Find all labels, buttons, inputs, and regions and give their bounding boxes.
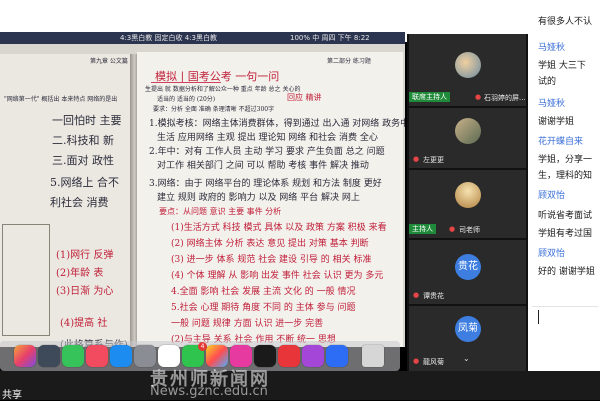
chat-message: 学姐 大三下 bbox=[538, 61, 586, 71]
mic-muted-icon: ● bbox=[475, 93, 482, 101]
printed-line: 适当的 适当的 (20分) bbox=[157, 96, 216, 103]
chat-sender: 顾双怡 bbox=[538, 249, 566, 259]
mic-muted-icon: ● bbox=[413, 155, 420, 163]
co-host-badge: 联席主持人 bbox=[409, 92, 450, 102]
handwriting-line: (4)提高 社 bbox=[60, 318, 108, 329]
chat-message: 听说省考面试 bbox=[538, 211, 593, 221]
app-icon[interactable] bbox=[254, 345, 276, 367]
handwriting-line: 建立 规则 政府的 影响力 以及 网络 平台 解决 网上 bbox=[157, 193, 360, 203]
participant-tile[interactable]: 凤菊 ● 龍风菊 ⌄ bbox=[409, 306, 526, 371]
app-store-icon[interactable] bbox=[110, 345, 132, 367]
chat-sender: 花开蝶自来 bbox=[538, 137, 584, 147]
chat-message: 生，理科的知 bbox=[538, 171, 593, 181]
printed-line: 生提出 就 数据分析和了解公众一种 重点 年龄 总之 关心的 bbox=[145, 86, 301, 93]
underline bbox=[151, 82, 221, 83]
handwriting-line: 二.科技和 新 bbox=[52, 134, 114, 147]
messages-icon[interactable] bbox=[62, 345, 84, 367]
avatar bbox=[455, 52, 481, 78]
chat-message: 学姐，分享一 bbox=[538, 155, 593, 165]
right-page-subtitle: 回应 精讲 bbox=[287, 93, 322, 102]
chat-message: 学姐有考过国 bbox=[538, 229, 593, 239]
trash-icon[interactable] bbox=[362, 345, 384, 367]
handwriting-line: (1)网行 反弹 bbox=[56, 250, 114, 261]
left-page-table bbox=[2, 224, 50, 336]
handwriting-line: (3)日渐 为心 bbox=[56, 286, 114, 297]
avatar: 凤菊 bbox=[455, 316, 481, 342]
handwriting-line: 利社会 消费 bbox=[50, 196, 109, 209]
music-icon[interactable] bbox=[86, 345, 108, 367]
settings-icon[interactable] bbox=[134, 345, 156, 367]
chat-message: 试的 bbox=[538, 77, 557, 87]
participant-name: 左更更 bbox=[423, 156, 444, 164]
handwriting-line: (4) 个体 理解 从 影响 出发 事件 社会 认识 更为 多元 bbox=[171, 271, 384, 281]
chat-input[interactable] bbox=[532, 306, 598, 329]
handwriting-line: 一回怕时 主要 bbox=[52, 114, 122, 127]
participant-name: 龍风菊 bbox=[423, 358, 444, 366]
share-button[interactable]: 共享 bbox=[2, 386, 22, 401]
chat-sender: 顾双怡 bbox=[538, 191, 566, 201]
chevron-down-icon[interactable]: ⌄ bbox=[463, 354, 470, 363]
mic-muted-icon: ● bbox=[413, 357, 420, 365]
handwriting-line: 5.社会 心理 期待 角度 不同 的 主体 参与 问题 bbox=[171, 303, 356, 313]
handwriting-line: 1.模拟考核：网络主体消费群体，得到通过 出入通 对网络 政务中 主办 bbox=[149, 119, 405, 129]
handwriting-line: (2) 网络主体 分析 表达 意见 提出 对策 基本 判断 bbox=[171, 239, 369, 249]
netease-music-icon[interactable] bbox=[278, 345, 300, 367]
mic-muted-icon: ● bbox=[449, 225, 456, 233]
participant-tile[interactable]: ● 左更更 bbox=[409, 108, 526, 168]
chat-message: 好的 谢谢学姐 bbox=[538, 267, 595, 277]
shared-menubar: 4:3黑白教 固定白收 4:3黑白教 100% 中 周四 下午 8:22 bbox=[0, 32, 405, 44]
chat-message: 谢谢学姐 bbox=[538, 117, 575, 127]
handwriting-line: 一般 问题 规律 方面 认识 进一步 完善 bbox=[171, 319, 324, 329]
mic-muted-icon: ● bbox=[413, 291, 420, 299]
handwriting-line: (3) 进一步 体系 规范 社会 建设 引导 的 相关 标准 bbox=[171, 255, 372, 265]
wechat-icon[interactable]: 4 bbox=[182, 342, 207, 367]
participant-tile[interactable]: 联席主持人 ● 石羽婷的屏... bbox=[409, 34, 526, 106]
handwriting-line: 要点：从问题 意识 主要 事件 分析 bbox=[159, 207, 282, 216]
left-page-quote: "网络第一代" 概括出 本来特点 网络的是出 bbox=[4, 96, 118, 103]
participant-name: 司老师 bbox=[459, 226, 480, 234]
left-page-header: 第九章 公文篇 bbox=[90, 58, 128, 65]
avatar bbox=[455, 118, 481, 144]
lark-icon[interactable] bbox=[326, 345, 348, 367]
document-left-page: 第九章 公文篇 "网络第一代" 概括出 本来特点 网络的是出 一回怕时 主要 二… bbox=[0, 54, 132, 347]
handwriting-line: (1)生活方式 科技 模式 具体 以及 政策 方案 积极 来看 bbox=[171, 223, 387, 233]
shared-screen[interactable]: 第九章 公文篇 "网络第一代" 概括出 本来特点 网络的是出 一回怕时 主要 二… bbox=[0, 44, 405, 347]
watermark-url: News.gznc.edu.cn bbox=[150, 384, 268, 399]
handwriting-line: 生活 应用网络 主观 提出 理论知 网络 和社会 消费 全心 bbox=[157, 133, 378, 143]
menubar-left-text: 4:3黑白教 固定白收 4:3黑白教 bbox=[120, 34, 217, 42]
participant-list: 联席主持人 ● 石羽婷的屏... ● 左更更 主持人 ● 司老师 贵花 ● 谭贵… bbox=[407, 34, 528, 371]
menubar-status-text: 100% 中 周四 下午 8:22 bbox=[290, 34, 370, 42]
participant-tile[interactable]: 贵花 ● 谭贵花 bbox=[409, 240, 526, 304]
chat-message: 有很多人不认 bbox=[538, 17, 593, 27]
handwriting-line: 三.面对 政性 bbox=[52, 154, 114, 167]
participant-name: 谭贵花 bbox=[423, 292, 444, 300]
handwriting-line: 2.年中：对有 工作人员 主动 学习 要求 产生负面 总之 问题 bbox=[149, 147, 385, 157]
avatar: 贵花 bbox=[455, 254, 481, 280]
participant-tile[interactable]: 主持人 ● 司老师 bbox=[409, 170, 526, 238]
handwriting-line: 4.全面 影响 社会 发展 主流 文化 的 一般 情况 bbox=[171, 287, 356, 297]
text-caret bbox=[538, 310, 539, 324]
launchpad-icon[interactable] bbox=[38, 345, 60, 367]
handwriting-line: (2)年龄 表 bbox=[56, 268, 104, 279]
right-page-header: 第二部分 练习题 bbox=[327, 58, 371, 65]
document-right-page: 第二部分 练习题 模拟 | 国考公考 一句一问 回应 精讲 生提出 就 数据分析… bbox=[137, 52, 405, 347]
handwriting-line: 3.网络：由于 网络平台的 理论体系 规划 和方法 制度 更好 bbox=[149, 179, 382, 189]
chat-sender: 马娅秋 bbox=[538, 43, 566, 53]
participant-name: 石羽婷的屏... bbox=[484, 94, 526, 102]
chat-sender: 马娅秋 bbox=[538, 99, 566, 109]
video-icon[interactable] bbox=[230, 345, 252, 367]
finder-icon[interactable] bbox=[14, 345, 36, 367]
handwriting-line: 5.网络上 合不 bbox=[50, 176, 119, 189]
podcasts-icon[interactable] bbox=[302, 345, 324, 367]
meeting-toolbar bbox=[0, 371, 600, 400]
photos-icon[interactable] bbox=[206, 345, 228, 367]
calendar-icon[interactable] bbox=[158, 345, 180, 367]
avatar bbox=[455, 182, 481, 208]
handwriting-line: 对工作 相关部门 之间 可以 帮助 考核 事件 解决 推动 bbox=[157, 161, 369, 171]
printed-line: 要求：分析 全面 准确 条理清晰 不超过300字 bbox=[153, 106, 275, 113]
host-badge: 主持人 bbox=[409, 224, 436, 234]
